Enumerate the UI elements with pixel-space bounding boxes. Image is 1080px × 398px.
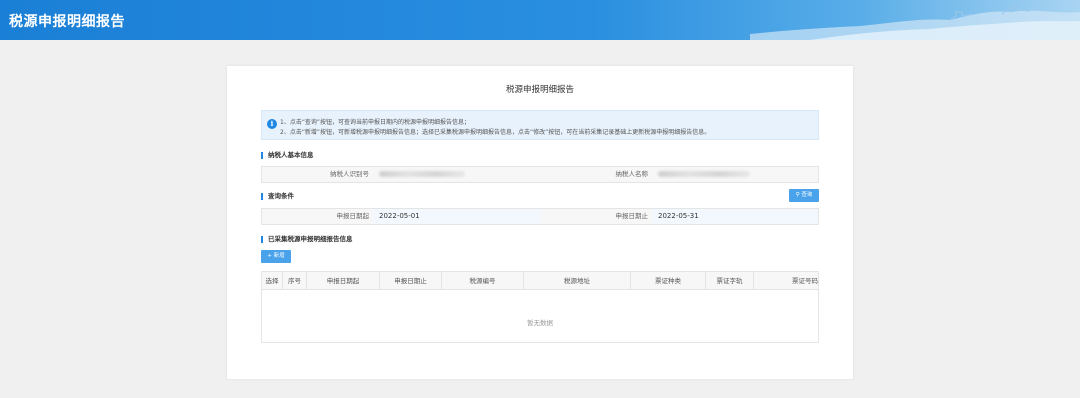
table-header: 选择 序号 申报日期起 申报日期止 税源编号 税源地址 票证种类 票证字轨 票证…: [262, 272, 818, 290]
column-header-source-address[interactable]: 税源地址: [524, 272, 631, 290]
add-button[interactable]: + 新增: [261, 250, 291, 263]
app-header: 税源申报明细报告: [0, 0, 1080, 40]
taxpayer-info-row: 纳税人识别号 纳税人名称: [261, 166, 819, 183]
section-collected-records: 已采集税源申报明细报告信息: [261, 236, 353, 243]
column-header-voucher-type[interactable]: 票证种类: [631, 272, 706, 290]
taxpayer-id-label: 纳税人识别号: [262, 167, 373, 182]
end-date-input[interactable]: 2022-05-31: [652, 209, 818, 224]
taxpayer-name-value: [652, 167, 818, 182]
instructions-notice: i 1、点击“查询”按钮，可查询当前申报日期内的税源申报明细报告信息； 2、点击…: [261, 110, 819, 140]
column-header-start-date[interactable]: 申报日期起: [307, 272, 380, 290]
empty-state-text: 暂无数据: [527, 319, 553, 327]
end-date-label: 申报日期止: [541, 209, 652, 224]
start-date-label: 申报日期起: [262, 209, 373, 224]
search-button-label: 查询: [801, 192, 813, 198]
column-header-voucher-number[interactable]: 票证号码: [754, 272, 818, 290]
records-table: 选择 序号 申报日期起 申报日期止 税源编号 税源地址 票证种类 票证字轨 票证…: [261, 271, 819, 343]
section-query-conditions: 查询条件: [261, 193, 294, 200]
column-header-index[interactable]: 序号: [283, 272, 307, 290]
notice-line-2: 2、点击“新增”按钮，可新增税源申报明细报告信息；选择已采集税源申报明细报告信息…: [280, 129, 711, 136]
search-button[interactable]: ⚲ 查询: [789, 189, 819, 202]
redacted-taxpayer-name: [658, 171, 750, 177]
great-wall-banner-illustration: [750, 5, 1080, 40]
notice-line-1: 1、点击“查询”按钮，可查询当前申报日期内的税源申报明细报告信息；: [280, 119, 471, 126]
section-taxpayer-info: 纳税人基本信息: [261, 152, 314, 159]
info-icon: i: [267, 119, 277, 129]
search-icon: ⚲: [795, 192, 800, 198]
taxpayer-id-value: [373, 167, 541, 182]
page-title: 税源申报明细报告: [505, 85, 574, 95]
query-date-row: 申报日期起 2022-05-01 申报日期止 2022-05-31: [261, 208, 819, 225]
column-header-select[interactable]: 选择: [262, 272, 283, 290]
redacted-taxpayer-id: [379, 171, 465, 177]
start-date-input[interactable]: 2022-05-01: [373, 209, 541, 224]
column-header-source-id[interactable]: 税源编号: [442, 272, 524, 290]
column-header-end-date[interactable]: 申报日期止: [380, 272, 442, 290]
app-title: 税源申报明细报告: [9, 14, 125, 30]
taxpayer-name-label: 纳税人名称: [541, 167, 652, 182]
report-card: 税源申报明细报告 i 1、点击“查询”按钮，可查询当前申报日期内的税源申报明细报…: [227, 66, 853, 379]
column-header-voucher-track[interactable]: 票证字轨: [706, 272, 754, 290]
